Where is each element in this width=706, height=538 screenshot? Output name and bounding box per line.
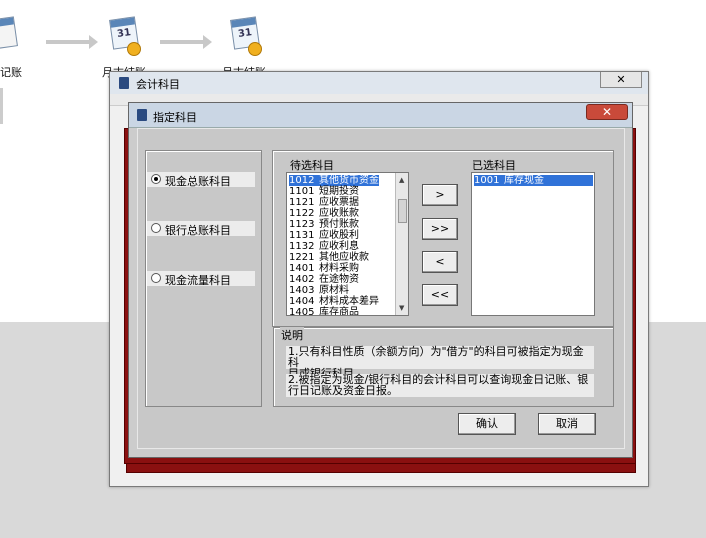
move-right-button[interactable]: > (422, 184, 458, 206)
coin-icon (127, 42, 141, 56)
app-icon (119, 77, 129, 89)
scroll-thumb[interactable] (398, 199, 407, 223)
cancel-button[interactable]: 取消 (538, 413, 596, 435)
radio-cash-flow[interactable]: 现金流量科目 (147, 271, 255, 287)
window-titlebar: 会计科目 (110, 72, 648, 94)
scroll-down-icon[interactable]: ▼ (399, 304, 404, 312)
list-item[interactable]: 1121 应收票据 (289, 197, 359, 208)
selected-subjects-label: 已选科目 (472, 159, 516, 172)
radio-unchecked-icon (151, 273, 161, 283)
pending-subjects-list[interactable]: 1012 其他货币资金 1101 短期投资 1121 应收票据 1122 应收账款 11… (286, 172, 409, 316)
flow-connector (0, 88, 3, 124)
dialog-titlebar: 指定科目 (129, 103, 632, 128)
pending-subjects-label: 待选科目 (290, 159, 334, 172)
radio-checked-icon (151, 174, 161, 184)
calendar-day: 31 (237, 27, 253, 40)
flow-arrow-icon (160, 35, 212, 49)
pending-list-scrollbar[interactable]: ▲ ▼ (395, 173, 408, 315)
list-item[interactable]: 1001 库存现金 (474, 175, 593, 186)
list-item[interactable]: 1123 预付账款 (289, 219, 359, 230)
list-item[interactable]: 1131 应收股利 (289, 230, 359, 241)
close-icon: ✕ (616, 73, 626, 86)
list-item[interactable]: 1404 材料成本差异 (289, 296, 379, 307)
flow-arrow-icon (46, 35, 98, 49)
selected-subjects-list[interactable]: 1001 库存现金 (471, 172, 595, 316)
scroll-up-icon[interactable]: ▲ (399, 176, 404, 184)
dialog-icon (137, 109, 147, 121)
move-all-right-button[interactable]: >> (422, 218, 458, 240)
list-item[interactable]: 1012 其他货币资金 (289, 175, 379, 186)
list-item[interactable]: 1101 短期投资 (289, 186, 359, 197)
notes-label: 说明 (280, 327, 304, 343)
list-item[interactable]: 1122 应收账款 (289, 208, 359, 219)
move-all-left-button[interactable]: << (422, 284, 458, 306)
confirm-button[interactable]: 确认 (458, 413, 516, 435)
radio-bank-ledger[interactable]: 银行总账科目 (147, 221, 255, 237)
list-item[interactable]: 1403 原材料 (289, 285, 349, 296)
list-item[interactable]: 1402 在途物资 (289, 274, 359, 285)
radio-unchecked-icon (151, 223, 161, 233)
month-end-icon[interactable]: 31 (107, 16, 141, 56)
radio-label: 现金流量科目 (165, 274, 231, 287)
move-left-button[interactable]: < (422, 251, 458, 273)
radio-label: 银行总账科目 (165, 224, 231, 237)
close-icon: ✕ (601, 105, 613, 119)
list-item[interactable]: 1132 应收利息 (289, 241, 359, 252)
radio-cash-ledger[interactable]: 现金总账科目 (147, 172, 255, 188)
bookkeeping-icon[interactable] (0, 16, 20, 56)
coin-icon (248, 42, 262, 56)
window-close-button[interactable]: ✕ (600, 72, 642, 88)
list-item[interactable]: 1405 库存商品 (289, 307, 359, 315)
note-text-1: 1.只有科目性质（余额方向）为"借方"的科目可被指定为现金科 目或银行科目。 (286, 346, 594, 379)
radio-label: 现金总账科目 (165, 175, 231, 188)
list-item[interactable]: 1221 其他应收款 (289, 252, 369, 263)
dialog-close-button[interactable]: ✕ (586, 104, 628, 120)
list-item[interactable]: 1401 材料采购 (289, 263, 359, 274)
note-text-2: 2.被指定为现金/银行科目的会计科目可以查询现金日记账、银 行日记账及资金日报。 (286, 374, 594, 397)
window-title: 会计科目 (136, 78, 180, 91)
month-end-icon-2[interactable]: 31 (228, 16, 262, 56)
calendar-day: 31 (116, 27, 132, 40)
dialog-title: 指定科目 (153, 111, 197, 124)
flow-label-bookkeeping: 记账 (0, 66, 22, 79)
